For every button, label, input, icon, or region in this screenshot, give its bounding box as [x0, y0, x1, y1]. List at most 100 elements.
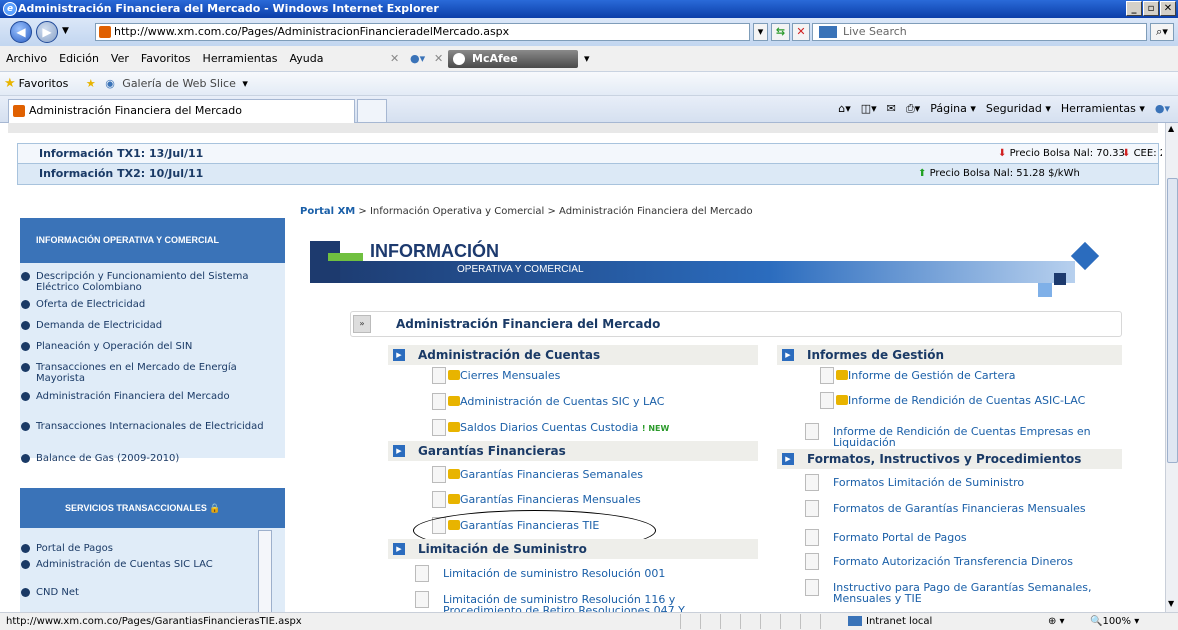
webslice-gallery-link[interactable]: Galería de Web Slice [122, 77, 236, 90]
document-icon [432, 367, 446, 384]
back-button[interactable]: ◀ [10, 21, 32, 43]
subhead-formatos: ▶ Formatos, Instructivos y Procedimientos [777, 449, 1122, 469]
sidebar-item[interactable]: Transacciones Internacionales de Electri… [21, 421, 264, 432]
link-fmt-gar[interactable]: Formatos de Garantías Financieras Mensua… [805, 500, 1093, 517]
sidebar-item[interactable]: Administración Financiera del Mercado [21, 391, 264, 402]
search-button[interactable]: ⌕▾ [1150, 23, 1174, 41]
tab-active[interactable]: Administración Financiera del Mercado [8, 99, 355, 123]
link-fmt-portal[interactable]: Formato Portal de Pagos [805, 529, 967, 546]
service-item[interactable]: Portal de Pagos [21, 543, 264, 554]
pagina-menu[interactable]: Página ▾ [930, 100, 976, 118]
feeds-icon[interactable]: ◫▾ [861, 100, 877, 118]
security-zone[interactable]: Intranet local [848, 613, 932, 630]
home-icon[interactable]: ⌂▾ [838, 100, 851, 118]
history-dropdown-icon[interactable]: ▼ [62, 26, 69, 36]
bullet-icon [21, 422, 30, 431]
subhead-admin-cuentas: ▶ Administración de Cuentas [388, 345, 758, 365]
print-icon[interactable]: ⎙▾ [906, 100, 920, 118]
mcafee-close-icon[interactable]: ✕ [434, 46, 443, 72]
link-cierres[interactable]: Cierres Mensuales [432, 367, 560, 384]
service-item[interactable]: CND Net [21, 587, 264, 598]
document-icon [432, 393, 446, 410]
bullet-icon [21, 392, 30, 401]
link-admin-sic[interactable]: Administración de Cuentas SIC y LAC [432, 393, 664, 410]
sidebar-item[interactable]: Planeación y Operación del SIN [21, 341, 264, 352]
tab-favicon-icon [13, 105, 25, 117]
status-segment [800, 614, 818, 629]
link-fmt-aut[interactable]: Formato Autorización Transferencia Diner… [805, 553, 1073, 570]
expand-icon[interactable]: » [353, 315, 371, 333]
close-button[interactable]: ✕ [1160, 1, 1176, 16]
link-fmt-lim[interactable]: Formatos Limitación de Suministro [805, 474, 1024, 491]
info-row-tx2: Información TX2: 10/Jul/11 ⬆ Precio Bols… [18, 164, 1158, 184]
link-inf-cartera[interactable]: Informe de Gestión de Cartera [820, 367, 1016, 384]
favorites-bar: ★ Favoritos ★ ◉ Galería de Web Slice ▾ [0, 72, 1178, 96]
menu-archivo[interactable]: Archivo [6, 52, 47, 65]
link-saldos[interactable]: Saldos Diarios Cuentas Custodia ! NEW [432, 419, 669, 436]
section-banner: INFORMACIÓN OPERATIVA Y COMERCIAL [310, 241, 1100, 301]
herramientas-menu[interactable]: Herramientas ▾ [1061, 100, 1145, 118]
breadcrumb: Portal XM > Información Operativa y Come… [300, 206, 753, 217]
ie-logo-icon: e [3, 2, 17, 16]
intranet-icon [848, 616, 862, 626]
arrow-up-icon: ⬆ [918, 168, 927, 179]
address-dropdown-icon[interactable]: ▾ [753, 23, 768, 41]
mail-icon[interactable]: ✉ [887, 100, 896, 118]
link-lim-116[interactable]: Limitación de suministro Resolución 116 … [415, 591, 713, 612]
page-content: Información TX1: 13/Jul/11 ⬇ Precio Bols… [0, 123, 1165, 612]
seguridad-menu[interactable]: Seguridad ▾ [986, 100, 1051, 118]
menu-ayuda[interactable]: Ayuda [289, 52, 323, 65]
mcafee-label: McAfee [472, 52, 518, 65]
forward-button[interactable]: ▶ [36, 21, 58, 43]
stop-icon[interactable]: ✕ [792, 23, 810, 41]
menu-edicion[interactable]: Edición [59, 52, 99, 65]
square-bullet-icon: ▶ [393, 349, 405, 361]
new-tab-button[interactable] [357, 99, 387, 123]
link-fmt-inst[interactable]: Instructivo para Pago de Garantías Seman… [805, 579, 1093, 604]
link-inf-asic[interactable]: Informe de Rendición de Cuentas ASIC-LAC [820, 392, 1118, 409]
menu-herramientas[interactable]: Herramientas [203, 52, 278, 65]
toolbar-addon-icon[interactable]: ●▾ [410, 46, 425, 72]
sidebar-item[interactable]: Transacciones en el Mercado de Energía M… [21, 362, 264, 384]
scroll-down-icon[interactable]: ▼ [1168, 599, 1174, 608]
refresh-icon[interactable]: ⇆ [771, 23, 790, 41]
toolbar-close-icon[interactable]: ✕ [390, 46, 399, 72]
banner-shape [1054, 273, 1066, 285]
link-lim-001[interactable]: Limitación de suministro Resolución 001 [415, 565, 665, 582]
bullet-icon [21, 560, 30, 569]
search-input[interactable]: Live Search [812, 23, 1147, 41]
favorites-button[interactable]: Favoritos [19, 77, 69, 90]
restore-button[interactable]: ▫ [1143, 1, 1159, 16]
link-gar-men[interactable]: Garantías Financieras Mensuales [432, 491, 641, 508]
square-bullet-icon: ▶ [782, 349, 794, 361]
site-favicon-icon [99, 26, 111, 38]
scroll-thumb[interactable] [1167, 178, 1178, 463]
menu-ver[interactable]: Ver [111, 52, 129, 65]
minimize-button[interactable]: _ [1126, 1, 1142, 16]
sidebar-item[interactable]: Balance de Gas (2009-2010) [21, 453, 264, 464]
bullet-icon [21, 363, 30, 372]
add-favorite-icon[interactable]: ★ [86, 77, 96, 90]
mcafee-dropdown-icon[interactable]: ▾ [584, 46, 590, 72]
help-icon[interactable]: ●▾ [1155, 100, 1170, 118]
mcafee-button[interactable]: McAfee [448, 50, 578, 68]
link-gar-sem[interactable]: Garantías Financieras Semanales [432, 466, 643, 483]
breadcrumb-portal-link[interactable]: Portal XM [300, 206, 355, 217]
sidebar-item[interactable]: Oferta de Electricidad [21, 299, 264, 310]
webslice-dropdown-icon[interactable]: ▾ [242, 77, 248, 90]
sidebar-item[interactable]: Demanda de Electricidad [21, 320, 264, 331]
tab-title: Administración Financiera del Mercado [29, 104, 242, 117]
link-inf-empresas[interactable]: Informe de Rendición de Cuentas Empresas… [805, 423, 1123, 448]
page-scrollbar[interactable]: ▲ ▼ [1165, 123, 1178, 612]
zoom-control[interactable]: 🔍100% ▾ [1090, 613, 1139, 630]
protected-mode-icon[interactable]: ⊕ ▾ [1048, 613, 1065, 630]
scroll-up-icon[interactable]: ▲ [1168, 124, 1174, 133]
banner-shape [1038, 283, 1052, 297]
square-bullet-icon: ▶ [393, 445, 405, 457]
document-icon [415, 591, 429, 608]
menu-favoritos[interactable]: Favoritos [141, 52, 191, 65]
service-item[interactable]: Administración de Cuentas SIC LAC [21, 559, 236, 570]
status-segment [760, 614, 778, 629]
sidebar-item[interactable]: Descripción y Funcionamiento del Sistema… [21, 271, 264, 293]
address-input[interactable]: http://www.xm.com.co/Pages/Administracio… [95, 23, 750, 41]
